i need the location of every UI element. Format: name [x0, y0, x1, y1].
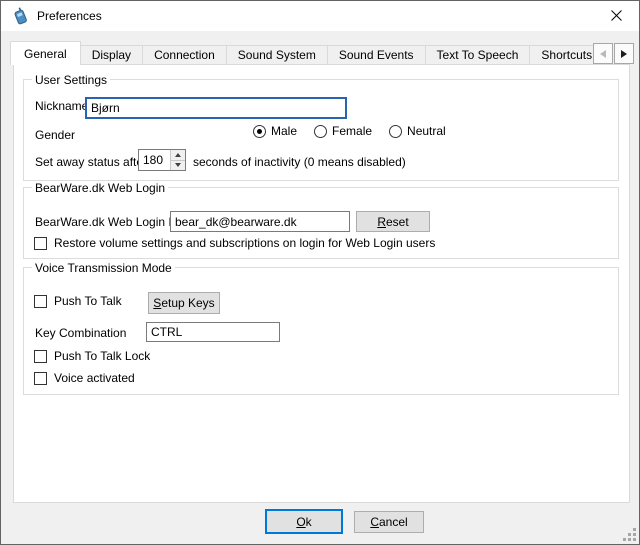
- voice-transmission-group: Voice Transmission Mode ✔ Push To Talk S…: [23, 267, 619, 395]
- chevron-left-icon: [600, 50, 606, 58]
- away-seconds-value: 180: [139, 150, 170, 170]
- gender-female-label: Female: [332, 124, 372, 138]
- gender-radio-female[interactable]: Female: [314, 124, 372, 138]
- tab-bar: General Display Connection Sound System …: [10, 41, 593, 65]
- push-to-talk-checkbox[interactable]: ✔ Push To Talk: [34, 294, 122, 308]
- radio-icon: [314, 125, 327, 138]
- window-title: Preferences: [37, 9, 102, 23]
- gender-radio-male[interactable]: Male: [253, 124, 297, 138]
- voice-transmission-group-title: Voice Transmission Mode: [32, 261, 175, 275]
- spinner-up-button[interactable]: [171, 150, 185, 161]
- titlebar: Preferences: [1, 1, 639, 31]
- tab-scroll-left-button[interactable]: [593, 43, 613, 64]
- tab-scroll-right-button[interactable]: [614, 43, 634, 64]
- triangle-up-icon: [175, 153, 181, 157]
- chevron-right-icon: [621, 50, 627, 58]
- web-login-group: BearWare.dk Web Login BearWare.dk Web Lo…: [23, 187, 619, 259]
- tab-text-to-speech[interactable]: Text To Speech: [425, 45, 531, 65]
- setup-keys-button[interactable]: Setup Keys: [148, 292, 220, 314]
- push-to-talk-lock-checkbox[interactable]: ✔ Push To Talk Lock: [34, 349, 150, 363]
- restore-volume-label: Restore volume settings and subscription…: [54, 236, 435, 250]
- resize-grip[interactable]: [621, 526, 636, 541]
- push-to-talk-lock-label: Push To Talk Lock: [54, 349, 150, 363]
- tab-general[interactable]: General: [10, 41, 81, 65]
- cancel-button[interactable]: Cancel: [354, 511, 424, 533]
- away-seconds-spinner[interactable]: 180: [138, 149, 186, 171]
- gender-neutral-label: Neutral: [407, 124, 446, 138]
- checkbox-icon: ✔: [34, 237, 47, 250]
- user-settings-group-title: User Settings: [32, 73, 110, 87]
- nickname-input[interactable]: [85, 97, 347, 119]
- radio-icon: [389, 125, 402, 138]
- web-login-id-label: BearWare.dk Web Login ID: [35, 215, 180, 229]
- reset-button[interactable]: Reset: [356, 211, 430, 232]
- away-status-suffix-label: seconds of inactivity (0 means disabled): [193, 155, 406, 169]
- push-to-talk-label: Push To Talk: [54, 294, 122, 308]
- preferences-dialog: Preferences General Display Connection S…: [0, 0, 640, 545]
- web-login-group-title: BearWare.dk Web Login: [32, 181, 168, 195]
- checkbox-icon: ✔: [34, 350, 47, 363]
- checkbox-icon: ✔: [34, 372, 47, 385]
- voice-activated-label: Voice activated: [54, 371, 135, 385]
- gender-label: Gender: [35, 128, 75, 142]
- teamtalk-app-icon: [11, 7, 29, 25]
- user-settings-group: User Settings Nickname Gender Male Femal…: [23, 79, 619, 181]
- key-combination-label: Key Combination: [35, 326, 126, 340]
- close-button[interactable]: [594, 1, 639, 30]
- spinner-down-button[interactable]: [171, 161, 185, 171]
- checkbox-icon: ✔: [34, 295, 47, 308]
- web-login-id-input[interactable]: [170, 211, 350, 232]
- tab-sound-system[interactable]: Sound System: [226, 45, 328, 65]
- key-combination-input[interactable]: [146, 322, 280, 342]
- nickname-label: Nickname: [35, 99, 88, 113]
- gender-male-label: Male: [271, 124, 297, 138]
- restore-volume-checkbox[interactable]: ✔ Restore volume settings and subscripti…: [34, 236, 435, 250]
- away-status-label: Set away status after: [35, 155, 147, 169]
- tab-sound-events[interactable]: Sound Events: [327, 45, 426, 65]
- triangle-down-icon: [175, 163, 181, 167]
- close-icon: [611, 10, 622, 21]
- tab-display[interactable]: Display: [80, 45, 143, 65]
- ok-button[interactable]: Ok: [265, 509, 343, 534]
- tab-shortcuts[interactable]: Shortcuts: [529, 45, 593, 65]
- gender-radio-neutral[interactable]: Neutral: [389, 124, 446, 138]
- voice-activated-checkbox[interactable]: ✔ Voice activated: [34, 371, 135, 385]
- tab-connection[interactable]: Connection: [142, 45, 227, 65]
- gender-radio-group: Male Female Neutral: [253, 124, 446, 138]
- radio-icon: [253, 125, 266, 138]
